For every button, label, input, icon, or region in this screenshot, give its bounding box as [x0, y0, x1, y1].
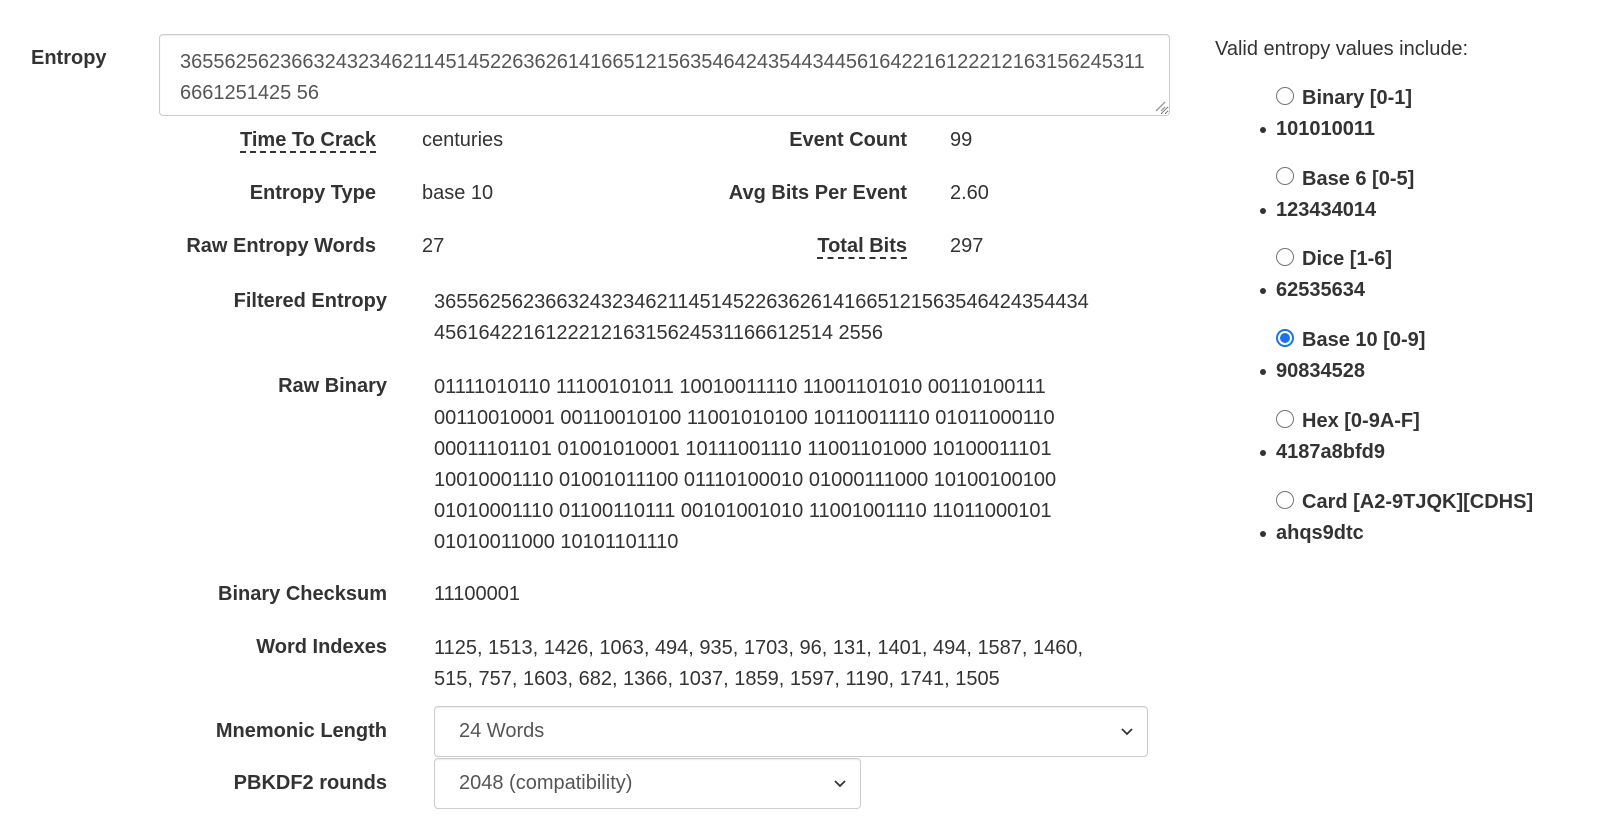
raw-binary-line: 01010011000 10101101110: [434, 531, 679, 553]
time-to-crack-value: centuries: [422, 129, 504, 151]
raw-binary-label: Raw Binary: [278, 375, 387, 397]
event-count-label: Event Count: [789, 129, 907, 151]
raw-entropy-words-value: 27: [422, 235, 445, 257]
radio-base10[interactable]: [1276, 329, 1294, 347]
raw-entropy-words-label: Raw Entropy Words: [186, 235, 376, 257]
radio-card[interactable]: [1276, 491, 1294, 509]
filtered-entropy-line: 456164221612221216315624531166612514 255…: [434, 322, 883, 344]
entropy-type-label: Entropy Type: [249, 182, 376, 204]
entropy-type-value: base 10: [422, 182, 494, 204]
pbkdf2-rounds-selected: 2048 (compatibility): [459, 772, 633, 794]
mnemonic-length-label: Mnemonic Length: [215, 720, 387, 742]
avg-bits-value: 2.60: [950, 182, 989, 204]
valid-entropy-title: Valid entropy values include:: [1215, 38, 1469, 60]
example-binary: 101010011: [1276, 118, 1376, 140]
resize-grip-icon[interactable]: [1154, 100, 1166, 112]
radio-label-base10[interactable]: Base 10 [0-9]: [1302, 329, 1425, 352]
radio-hex[interactable]: [1276, 410, 1294, 428]
radio-label-binary[interactable]: Binary [0-1]: [1302, 87, 1412, 110]
radio-label-base6[interactable]: Base 6 [0-5]: [1302, 168, 1414, 191]
entropy-textarea[interactable]: 3655625623663243234621145145226362614166…: [159, 34, 1170, 116]
radio-label-dice[interactable]: Dice [1-6]: [1302, 248, 1392, 271]
word-indexes-value: 1125, 1513, 1426, 1063, 494, 935, 1703, …: [434, 633, 1083, 695]
radio-binary[interactable]: [1276, 87, 1294, 105]
example-card: ahqs9dtc: [1276, 522, 1364, 544]
word-indexes-label: Word Indexes: [256, 636, 387, 658]
binary-checksum-label: Binary Checksum: [218, 583, 387, 605]
total-bits-value: 297: [950, 235, 984, 257]
radio-label-card[interactable]: Card [A2-9TJQK][CDHS]: [1302, 491, 1533, 514]
raw-binary-value: 01111010110 11100101011 10010011110 1100…: [434, 372, 1056, 558]
chevron-down-icon: [1121, 727, 1133, 735]
mnemonic-length-select[interactable]: 24 Words: [434, 706, 1148, 757]
word-indexes-line: 1125, 1513, 1426, 1063, 494, 935, 1703, …: [434, 637, 1084, 659]
bullet: [1260, 208, 1266, 214]
raw-binary-line: 10010001110 01001011100 01110100010 0100…: [434, 469, 1057, 491]
filtered-entropy-value: 3655625623663243234621145145226362614166…: [434, 287, 1089, 349]
bullet: [1260, 127, 1266, 133]
filtered-entropy-line: 3655625623663243234621145145226362614166…: [434, 291, 1089, 313]
example-base6: 123434014: [1276, 199, 1377, 221]
bullet: [1260, 369, 1266, 375]
raw-binary-line: 01010001110 01100110111 00101001010 1100…: [434, 500, 1052, 522]
radio-base6[interactable]: [1276, 167, 1294, 185]
chevron-down-icon: [834, 779, 846, 787]
example-hex: 4187a8bfd9: [1276, 441, 1385, 463]
bullet: [1260, 450, 1266, 456]
pbkdf2-rounds-select[interactable]: 2048 (compatibility): [434, 758, 861, 809]
bullet: [1260, 531, 1266, 537]
word-indexes-line: 515, 757, 1603, 682, 1366, 1037, 1859, 1…: [434, 668, 1000, 690]
example-dice: 62535634: [1276, 279, 1365, 301]
example-base10: 90834528: [1276, 360, 1365, 382]
binary-checksum-value: 11100001: [434, 583, 521, 605]
raw-binary-line: 01111010110 11100101011 10010011110 1100…: [434, 376, 1046, 398]
pbkdf2-rounds-label: PBKDF2 rounds: [233, 772, 387, 794]
entropy-label: Entropy: [31, 47, 107, 69]
filtered-entropy-label: Filtered Entropy: [233, 290, 387, 312]
total-bits-label: Total Bits: [817, 235, 907, 259]
avg-bits-label: Avg Bits Per Event: [728, 182, 907, 204]
raw-binary-line: 00110010001 00110010100 11001010100 1011…: [434, 407, 1055, 429]
event-count-value: 99: [950, 129, 973, 151]
radio-label-hex[interactable]: Hex [0-9A-F]: [1302, 410, 1420, 433]
time-to-crack-label: Time To Crack: [240, 129, 376, 153]
raw-binary-line: 00011101101 01001010001 10111001110 1100…: [434, 438, 1052, 460]
mnemonic-length-selected: 24 Words: [459, 720, 545, 742]
bullet: [1260, 288, 1266, 294]
radio-dice[interactable]: [1276, 248, 1294, 266]
